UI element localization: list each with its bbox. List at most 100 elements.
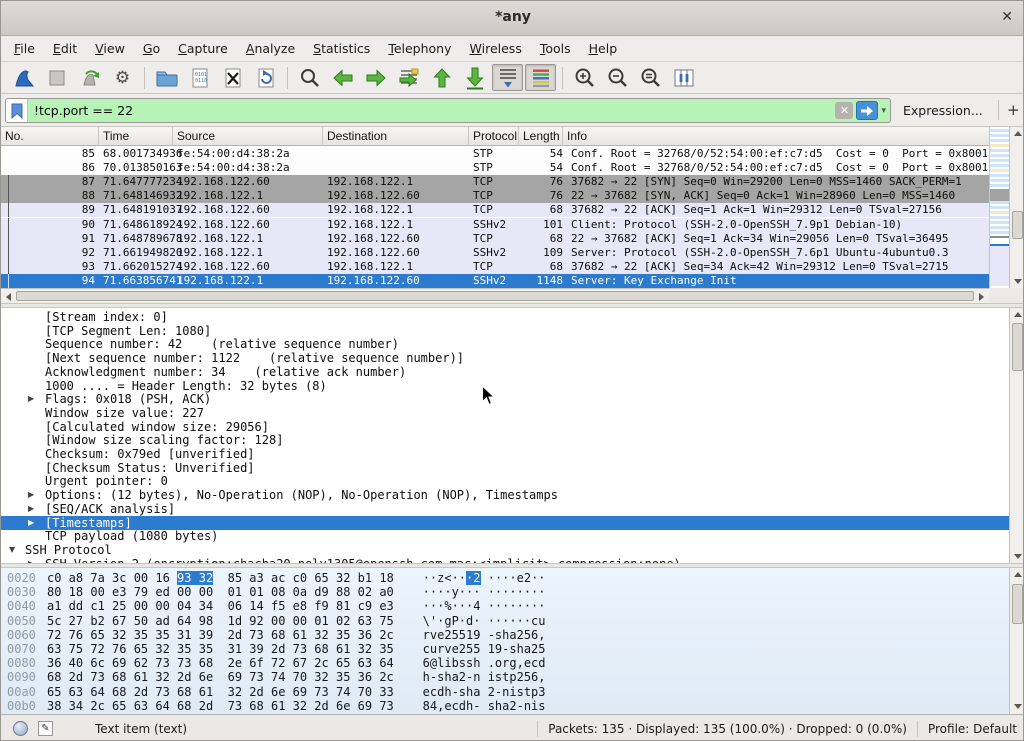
profile-button[interactable]: Profile: Default bbox=[928, 722, 1017, 736]
scroll-up-arrow[interactable] bbox=[1010, 568, 1024, 581]
column-header-no[interactable]: No. bbox=[1, 127, 99, 146]
detail-row[interactable]: ▶[SEQ/ACK analysis] bbox=[1, 502, 1009, 516]
menu-help[interactable]: Help bbox=[580, 38, 627, 59]
packet-row-89[interactable]: 8971.648191037192.168.122.60192.168.122.… bbox=[1, 203, 989, 217]
detail-row[interactable]: Sequence number: 42 (relative sequence n… bbox=[1, 337, 1009, 351]
clear-filter-icon[interactable]: ✕ bbox=[835, 102, 853, 119]
details-vscrollbar[interactable] bbox=[1009, 308, 1024, 563]
detail-row[interactable]: ▶Flags: 0x018 (PSH, ACK) bbox=[1, 392, 1009, 406]
detail-row[interactable]: 1000 .... = Header Length: 32 bytes (8) bbox=[1, 379, 1009, 393]
expander-open-icon[interactable]: ▼ bbox=[9, 543, 15, 557]
capture-comment-icon[interactable]: ✎ bbox=[38, 721, 53, 736]
detail-row[interactable]: [Stream index: 0] bbox=[1, 310, 1009, 324]
find-packet-button[interactable] bbox=[294, 64, 325, 91]
expander-closed-icon[interactable]: ▶ bbox=[28, 392, 34, 406]
packet-row-90[interactable]: 9071.648618924192.168.122.60192.168.122.… bbox=[1, 218, 989, 232]
scroll-down-arrow[interactable] bbox=[1010, 550, 1024, 563]
filter-history-caret-icon[interactable]: ▾ bbox=[881, 106, 886, 116]
detail-row[interactable]: [Next sequence number: 1122 (relative se… bbox=[1, 351, 1009, 365]
colorize-packets-button[interactable] bbox=[525, 64, 556, 91]
hex-vscrollbar[interactable] bbox=[1009, 568, 1024, 714]
restart-capture-button[interactable] bbox=[74, 64, 105, 91]
open-file-button[interactable] bbox=[151, 64, 182, 91]
menu-statistics[interactable]: Statistics bbox=[304, 38, 379, 59]
scroll-thumb[interactable] bbox=[1012, 584, 1023, 624]
column-header-destination[interactable]: Destination bbox=[323, 127, 469, 146]
packet-row-85[interactable]: 8568.001734936fe:54:00:d4:38:2aSTP54Conf… bbox=[1, 147, 989, 161]
expander-closed-icon[interactable]: ▶ bbox=[28, 488, 34, 502]
menu-edit[interactable]: Edit bbox=[44, 38, 86, 59]
hex-row-0050[interactable]: 00505c 27 b2 67 50 ad 64 98 1d 92 00 00 … bbox=[1, 614, 1009, 628]
column-header-protocol[interactable]: Protocol bbox=[469, 127, 519, 146]
scroll-left-arrow[interactable] bbox=[2, 290, 15, 303]
menu-wireless[interactable]: Wireless bbox=[461, 38, 531, 59]
menu-view[interactable]: View bbox=[86, 38, 134, 59]
add-filter-button[interactable]: + bbox=[1007, 101, 1020, 119]
packet-row-93[interactable]: 9371.662015274192.168.122.60192.168.122.… bbox=[1, 260, 989, 274]
hex-row-0060[interactable]: 006072 76 65 32 35 35 31 39 2d 73 68 61 … bbox=[1, 628, 1009, 642]
filter-bookmark-icon[interactable] bbox=[6, 99, 28, 122]
go-forward-button[interactable] bbox=[360, 64, 391, 91]
go-first-packet-button[interactable] bbox=[426, 64, 457, 91]
hex-row-0040[interactable]: 0040a1 dd c1 25 00 00 04 34 06 14 f5 e8 … bbox=[1, 599, 1009, 613]
go-back-button[interactable] bbox=[327, 64, 358, 91]
expander-closed-icon[interactable]: ▶ bbox=[28, 516, 34, 530]
scroll-thumb[interactable] bbox=[1012, 211, 1023, 239]
packet-row-87[interactable]: 8771.647777234192.168.122.60192.168.122.… bbox=[1, 175, 989, 189]
scroll-down-arrow[interactable] bbox=[1010, 275, 1024, 288]
scroll-right-arrow[interactable] bbox=[975, 290, 988, 303]
detail-row[interactable]: TCP payload (1080 bytes) bbox=[1, 529, 1009, 543]
expert-info-icon[interactable] bbox=[13, 721, 28, 736]
menu-go[interactable]: Go bbox=[134, 38, 169, 59]
hex-row-0030[interactable]: 003080 18 00 e3 79 ed 00 00 01 01 08 0a … bbox=[1, 585, 1009, 599]
filter-text[interactable]: !tcp.port == 22 bbox=[28, 103, 835, 118]
scroll-thumb[interactable] bbox=[16, 291, 974, 301]
zoom-in-button[interactable] bbox=[569, 64, 600, 91]
expression-button[interactable]: Expression... bbox=[903, 103, 983, 118]
intelligent-scrollbar[interactable] bbox=[989, 127, 1009, 288]
detail-row[interactable]: [Checksum Status: Unverified] bbox=[1, 461, 1009, 475]
detail-row[interactable]: Acknowledgment number: 34 (relative ack … bbox=[1, 365, 1009, 379]
display-filter-input[interactable]: !tcp.port == 22 ✕ ▾ bbox=[5, 98, 891, 123]
detail-row[interactable]: Checksum: 0x79ed [unverified] bbox=[1, 447, 1009, 461]
scroll-down-arrow[interactable] bbox=[1010, 700, 1024, 713]
detail-row[interactable]: [Window size scaling factor: 128] bbox=[1, 433, 1009, 447]
hex-row-00a0[interactable]: 00a065 63 64 68 2d 73 68 61 32 2d 6e 69 … bbox=[1, 685, 1009, 699]
reload-file-button[interactable] bbox=[250, 64, 281, 91]
hex-row-0090[interactable]: 009068 2d 73 68 61 32 2d 6e 69 73 74 70 … bbox=[1, 670, 1009, 684]
menu-file[interactable]: File bbox=[5, 38, 44, 59]
packet-list-vscrollbar[interactable] bbox=[1009, 127, 1024, 288]
packet-row-91[interactable]: 9171.648789678192.168.122.1192.168.122.6… bbox=[1, 232, 989, 246]
packet-row-86[interactable]: 8670.013850163fe:54:00:d4:38:2aSTP54Conf… bbox=[1, 161, 989, 175]
menu-tools[interactable]: Tools bbox=[531, 38, 580, 59]
column-header-source[interactable]: Source bbox=[173, 127, 323, 146]
packet-row-88[interactable]: 8871.648146932192.168.122.1192.168.122.6… bbox=[1, 189, 989, 203]
column-header-length[interactable]: Length bbox=[519, 127, 563, 146]
go-last-packet-button[interactable] bbox=[459, 64, 490, 91]
detail-row[interactable]: ▶Options: (12 bytes), No-Operation (NOP)… bbox=[1, 488, 1009, 502]
scroll-up-arrow[interactable] bbox=[1010, 127, 1024, 140]
apply-filter-icon[interactable] bbox=[856, 101, 878, 120]
detail-row[interactable]: ▼SSH Protocol bbox=[1, 543, 1009, 557]
detail-row[interactable]: [Calculated window size: 29056] bbox=[1, 420, 1009, 434]
column-header-info[interactable]: Info bbox=[563, 127, 989, 146]
detail-row[interactable]: Window size value: 227 bbox=[1, 406, 1009, 420]
packet-list-hscrollbar[interactable] bbox=[1, 288, 989, 303]
column-header-time[interactable]: Time bbox=[99, 127, 173, 146]
resize-columns-button[interactable] bbox=[668, 64, 699, 91]
scroll-up-arrow[interactable] bbox=[1010, 308, 1024, 321]
zoom-out-button[interactable] bbox=[602, 64, 633, 91]
packet-row-94[interactable]: 9471.663856741192.168.122.1192.168.122.6… bbox=[1, 274, 989, 288]
auto-scroll-button[interactable] bbox=[492, 64, 523, 91]
detail-row[interactable]: ▶[Timestamps] bbox=[1, 516, 1009, 530]
hex-row-0070[interactable]: 007063 75 72 76 65 32 35 35 31 39 2d 73 … bbox=[1, 642, 1009, 656]
menu-telephony[interactable]: Telephony bbox=[379, 38, 460, 59]
close-window-icon[interactable]: ✕ bbox=[1001, 9, 1013, 25]
detail-row[interactable]: Urgent pointer: 0 bbox=[1, 474, 1009, 488]
go-to-packet-button[interactable] bbox=[393, 64, 424, 91]
start-capture-button[interactable] bbox=[8, 64, 39, 91]
hex-row-0020[interactable]: 0020c0 a8 7a 3c 00 16 93 32 85 a3 ac c0 … bbox=[1, 571, 1009, 585]
save-file-button[interactable]: 01010110 bbox=[184, 64, 215, 91]
hex-row-0080[interactable]: 008036 40 6c 69 62 73 73 68 2e 6f 72 67 … bbox=[1, 656, 1009, 670]
menu-capture[interactable]: Capture bbox=[169, 38, 237, 59]
